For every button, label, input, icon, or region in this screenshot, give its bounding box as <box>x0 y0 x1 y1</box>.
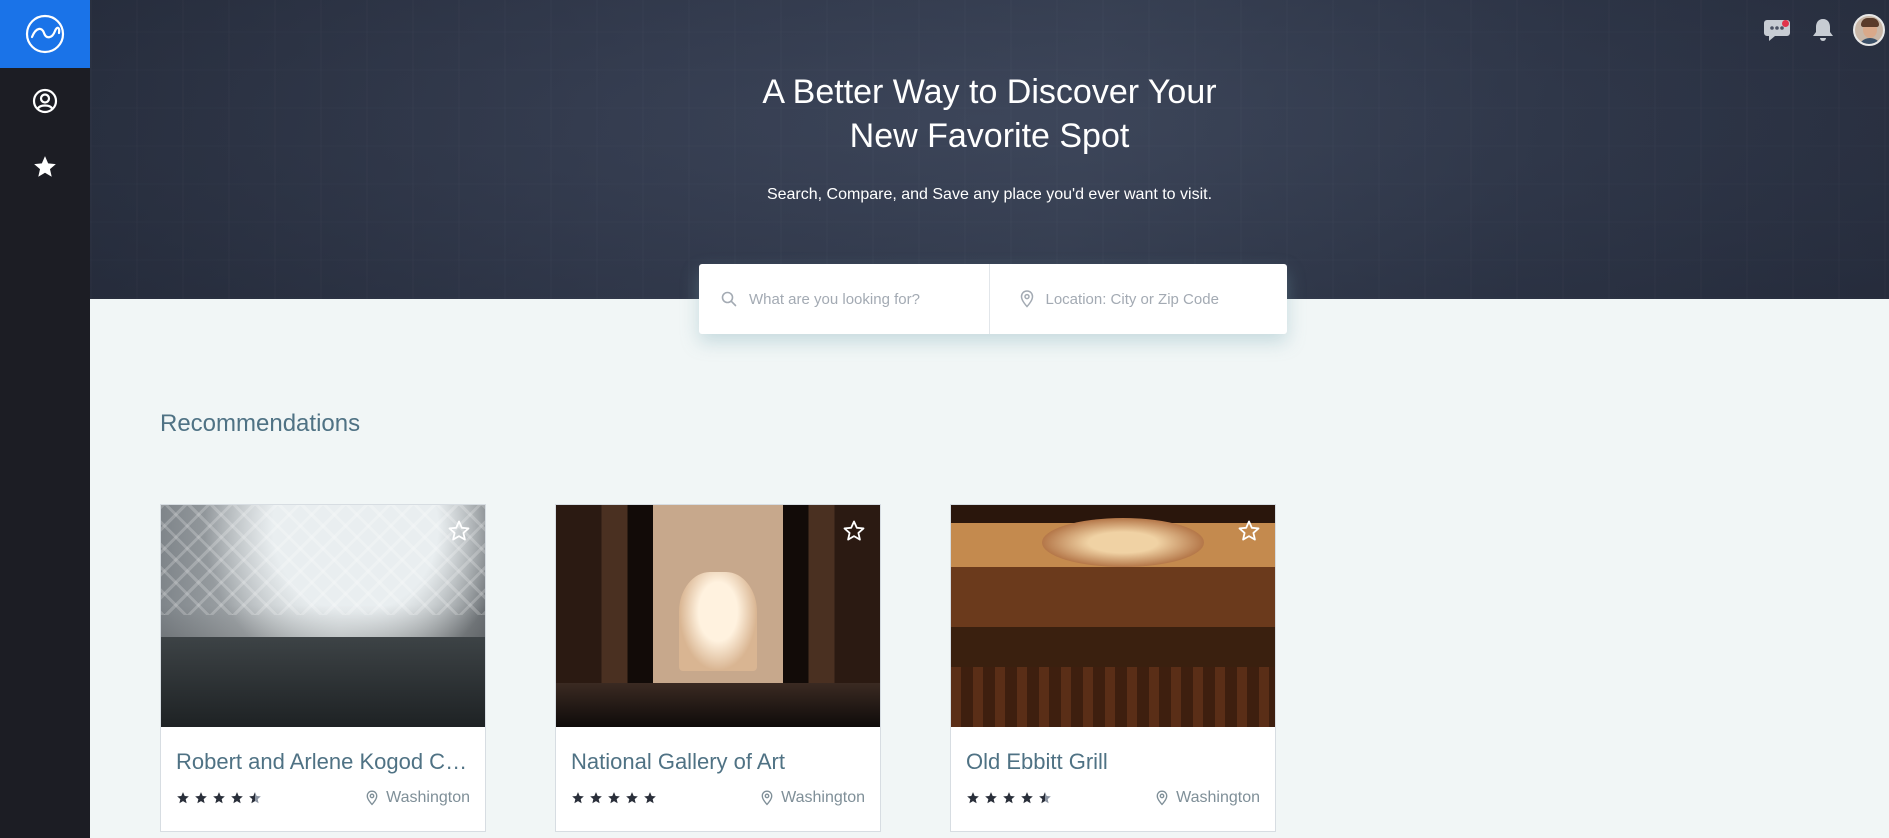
favorite-button[interactable] <box>840 517 868 545</box>
map-pin-icon <box>761 790 773 806</box>
card-title[interactable]: National Gallery of Art <box>571 749 867 775</box>
card-meta: Washington <box>176 789 470 807</box>
location-label: Washington <box>386 789 470 806</box>
brand-logo[interactable] <box>0 0 90 68</box>
top-icons <box>1761 14 1889 46</box>
hero-banner: A Better Way to Discover Your New Favori… <box>90 0 1889 299</box>
hero-title: A Better Way to Discover Your New Favori… <box>762 73 1217 155</box>
user-circle-icon <box>32 88 58 114</box>
card-image <box>161 505 485 727</box>
card-title[interactable]: Old Ebbitt Grill <box>966 749 1262 775</box>
rating-star-icon <box>985 792 997 804</box>
location-label: Washington <box>1176 789 1260 806</box>
sidebar-item-favorites[interactable] <box>0 134 90 200</box>
rating-star-icon <box>608 792 620 804</box>
star-icon <box>34 156 56 177</box>
location-input[interactable] <box>1045 290 1266 308</box>
card-meta: Washington <box>571 789 865 807</box>
card-title[interactable]: Robert and Arlene Kogod C… <box>176 749 472 775</box>
bell-icon <box>1813 19 1833 41</box>
rating-star-icon <box>177 792 189 804</box>
section-title: Recommendations <box>160 410 361 437</box>
wave-logo-icon <box>25 14 65 54</box>
rating-star-icon <box>1003 792 1015 804</box>
card-image <box>556 505 880 727</box>
avatar[interactable] <box>1853 14 1885 46</box>
search-bar <box>699 264 1287 334</box>
card-location: Washington <box>366 789 470 807</box>
map-pin-icon <box>366 790 378 806</box>
recommendation-card[interactable]: National Gallery of Art Washington <box>555 504 881 832</box>
card-meta: Washington <box>966 789 1260 807</box>
card-location: Washington <box>761 789 865 807</box>
hero-subtitle: Search, Compare, and Save any place you'… <box>766 186 1213 203</box>
favorite-button[interactable] <box>445 517 473 545</box>
rating-star-icon <box>1021 792 1033 804</box>
star-outline-icon <box>448 520 470 541</box>
card-location: Washington <box>1156 789 1260 807</box>
search-icon <box>721 291 737 307</box>
rating-star-icon <box>572 792 584 804</box>
recommendation-card[interactable]: Robert and Arlene Kogod C… Washington <box>160 504 486 832</box>
search-input[interactable] <box>749 290 969 308</box>
favorite-button[interactable] <box>1235 517 1263 545</box>
rating-stars <box>176 791 262 805</box>
star-outline-icon <box>843 520 865 541</box>
rating-star-icon <box>967 792 979 804</box>
rating-star-icon <box>590 792 602 804</box>
recommendation-card[interactable]: Old Ebbitt Grill Washington <box>950 504 1276 832</box>
chat-button[interactable] <box>1761 14 1793 46</box>
star-outline-icon <box>1238 520 1260 541</box>
chat-notification-dot <box>1782 20 1789 27</box>
location-label: Washington <box>781 789 865 806</box>
rating-star-icon <box>195 792 207 804</box>
rating-star-icon <box>1039 792 1051 804</box>
rating-star-icon <box>213 792 225 804</box>
notifications-button[interactable] <box>1807 14 1839 46</box>
rating-star-icon <box>626 792 638 804</box>
sidebar-item-profile[interactable] <box>0 68 90 134</box>
rating-stars <box>571 791 657 805</box>
what-field[interactable] <box>699 264 989 334</box>
map-pin-icon <box>1156 790 1168 806</box>
map-pin-icon <box>1020 290 1033 308</box>
sidebar <box>0 0 90 838</box>
location-field[interactable] <box>988 264 1288 334</box>
rating-star-icon <box>644 792 656 804</box>
card-image <box>951 505 1275 727</box>
rating-star-icon <box>249 792 261 804</box>
rating-star-icon <box>231 792 243 804</box>
rating-stars <box>966 791 1052 805</box>
